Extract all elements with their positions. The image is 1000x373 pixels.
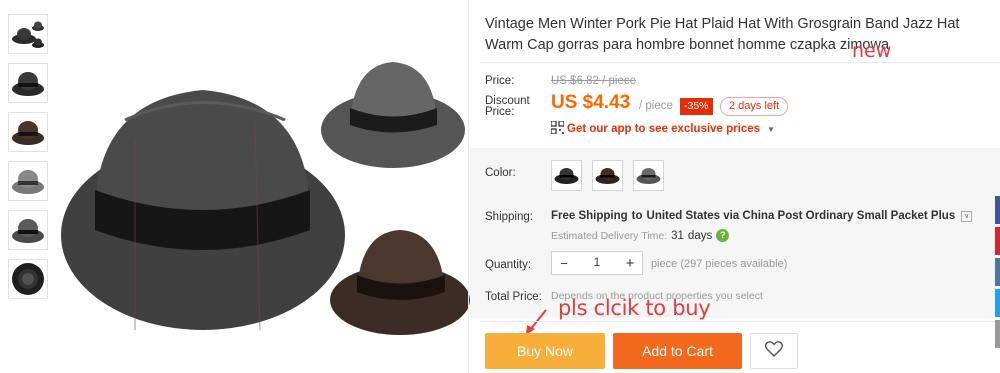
- thumbnail-1[interactable]: [8, 14, 48, 54]
- discount-badge: -35%: [680, 98, 713, 115]
- color-swatch-gray[interactable]: [633, 160, 664, 191]
- shipping-to-text: to: [631, 210, 643, 222]
- delivery-days: 31: [671, 229, 684, 242]
- price-label: Price:: [485, 75, 515, 87]
- share-twitter-icon[interactable]: [995, 289, 1000, 317]
- chevron-down-icon: ▼: [767, 124, 775, 134]
- app-promo-link[interactable]: Get our app to see exclusive prices ▼: [550, 120, 775, 137]
- quantity-label: Quantity:: [485, 259, 532, 271]
- thumbnail-5[interactable]: [8, 210, 48, 250]
- quantity-increment-button[interactable]: +: [618, 255, 642, 272]
- annotation-click-to-buy: pls clcik to buy: [558, 296, 711, 320]
- delivery-days-unit: days: [687, 229, 713, 242]
- color-swatch-brown[interactable]: [592, 160, 623, 191]
- pieces-available: piece (297 pieces available): [651, 258, 788, 270]
- color-swatch-black[interactable]: [551, 160, 582, 191]
- estimated-delivery: Estimated Delivery Time: 31 days ?: [551, 229, 730, 242]
- shipping-method[interactable]: Free Shipping to United States via China…: [551, 210, 973, 222]
- chevron-down-icon[interactable]: ∨: [961, 210, 973, 222]
- thumbnail-list: [8, 14, 48, 308]
- divider-line: [480, 62, 1000, 63]
- share-pinterest-icon[interactable]: [995, 227, 1000, 255]
- per-piece-unit: / piece: [639, 100, 673, 112]
- share-more-icon[interactable]: [995, 320, 1000, 348]
- quantity-stepper: − 1 +: [551, 251, 643, 275]
- question-icon[interactable]: ?: [716, 229, 730, 242]
- thumbnail-4[interactable]: [8, 161, 48, 201]
- annotation-new: new: [852, 40, 892, 62]
- add-to-cart-button[interactable]: Add to Cart: [613, 333, 742, 369]
- buy-now-button[interactable]: Buy Now: [485, 333, 605, 369]
- quantity-decrement-button[interactable]: −: [552, 256, 576, 271]
- shipping-destination: United States via China Post Ordinary Sm…: [646, 210, 956, 222]
- thumbnail-3[interactable]: [8, 112, 48, 152]
- days-left-badge: 2 days left: [720, 97, 789, 116]
- app-promo-text: Get our app to see exclusive prices: [567, 123, 761, 135]
- discount-label-line2: Price:: [485, 106, 515, 118]
- total-price-label: Total Price:: [485, 291, 542, 303]
- thumbnail-6[interactable]: [8, 259, 48, 299]
- delivery-label: Estimated Delivery Time:: [551, 229, 668, 242]
- shipping-label: Shipping:: [485, 211, 533, 223]
- share-facebook-icon[interactable]: [995, 196, 1000, 224]
- main-product-image: [55, 0, 470, 373]
- divider-line: [480, 321, 1000, 322]
- color-label: Color:: [485, 167, 516, 179]
- free-shipping-text: Free Shipping: [551, 210, 628, 222]
- heart-icon: [764, 340, 784, 362]
- divider: [468, 0, 469, 373]
- quantity-input[interactable]: 1: [576, 257, 618, 269]
- thumbnail-2[interactable]: [8, 63, 48, 103]
- share-vk-icon[interactable]: [995, 258, 1000, 286]
- wishlist-button[interactable]: [750, 333, 798, 369]
- product-title: Vintage Men Winter Pork Pie Hat Plaid Ha…: [485, 16, 960, 53]
- qr-code-icon: [550, 120, 565, 137]
- original-price: US $6.82 / piece: [551, 75, 637, 87]
- discount-price: US $4.43: [551, 92, 631, 113]
